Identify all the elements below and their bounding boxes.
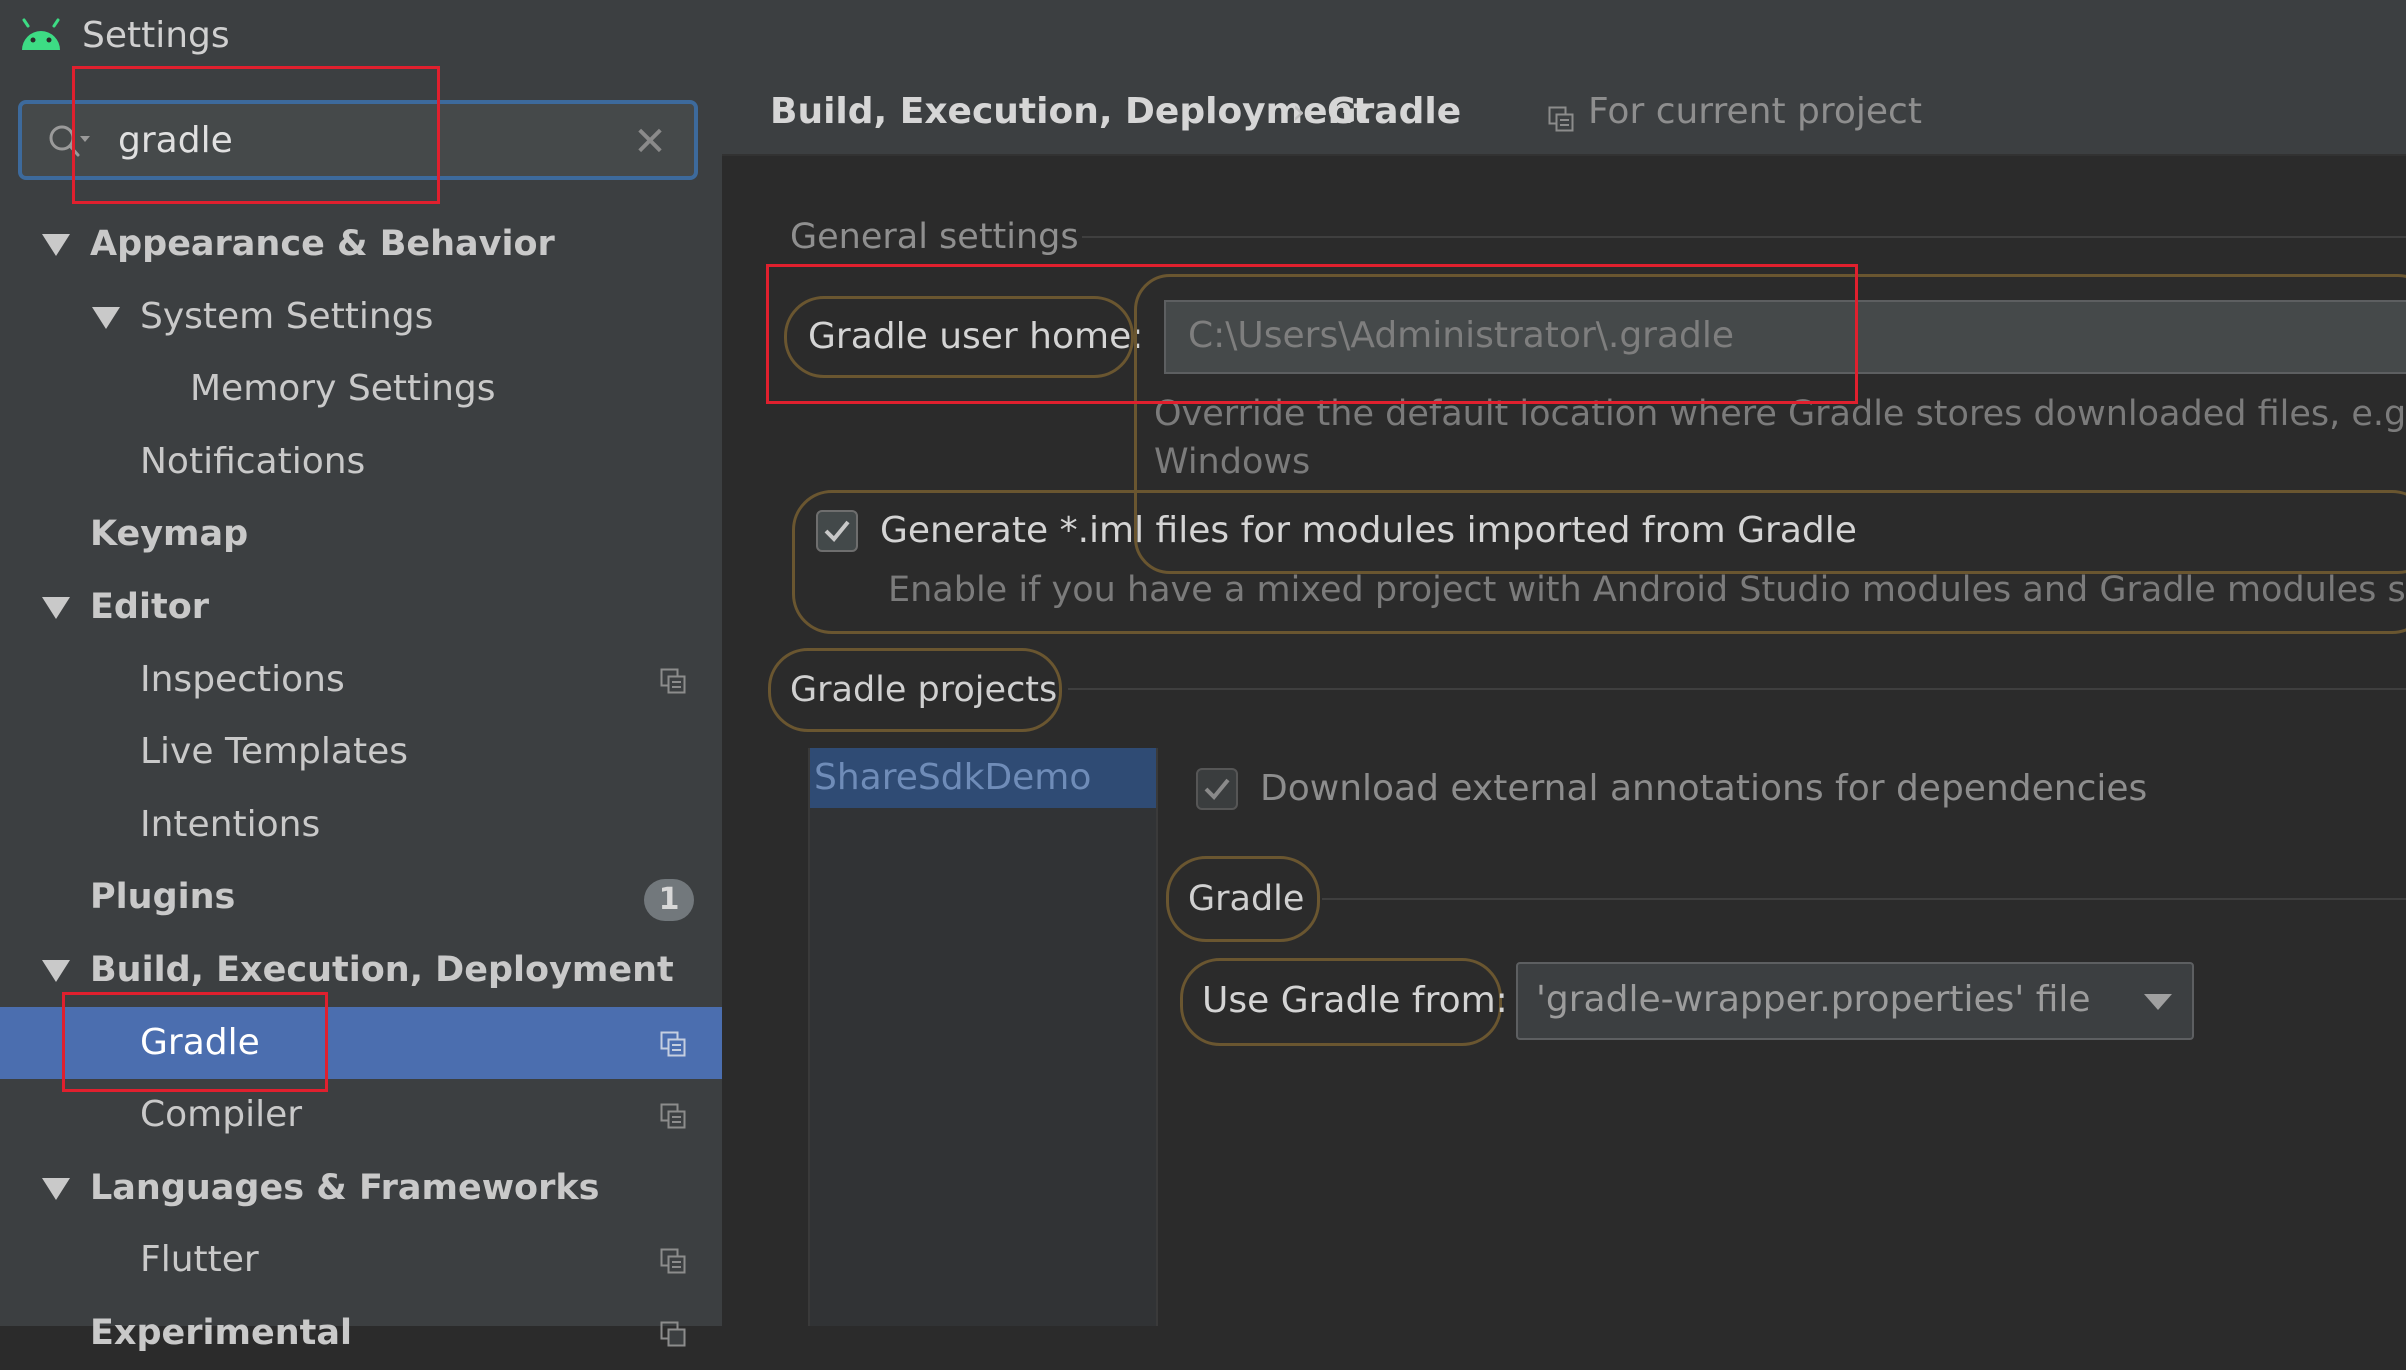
window-title: Settings	[82, 15, 230, 56]
tree-item-label: Memory Settings	[190, 368, 496, 410]
download-annotations-label[interactable]: Download external annotations for depend…	[1260, 764, 2147, 814]
expand-triangle-icon[interactable]	[42, 959, 70, 982]
breadcrumb-parent[interactable]: Build, Execution, Deployment	[770, 84, 1370, 140]
tree-item-label: Languages & Frameworks	[90, 1167, 600, 1208]
tree-item-label: Keymap	[90, 514, 249, 555]
expand-triangle-icon[interactable]	[42, 1177, 70, 1200]
settings-sidebar: ✕ Appearance & Behavior System Settings …	[0, 72, 722, 1353]
tree-item-label: Intentions	[140, 803, 321, 845]
expand-triangle-icon[interactable]	[42, 234, 70, 256]
tree-item-label: System Settings	[140, 295, 434, 337]
updates-badge: 1	[644, 879, 694, 922]
expand-triangle-icon[interactable]	[42, 596, 70, 619]
scope-label: For current project	[1588, 91, 1922, 132]
tree-item-keymap[interactable]: Keymap	[0, 498, 722, 571]
gradle-projects-list: ShareSdkDemo	[808, 748, 1158, 1326]
section-divider	[1082, 236, 2406, 238]
project-scope-icon	[660, 1321, 686, 1347]
tree-item-flutter[interactable]: Flutter	[0, 1224, 722, 1297]
clear-search-icon[interactable]: ✕	[630, 122, 670, 162]
project-scope-icon	[660, 1103, 686, 1129]
tree-item-intentions[interactable]: Intentions	[0, 789, 722, 862]
gradle-group-title: Gradle	[1188, 879, 1305, 919]
tree-item-plugins[interactable]: Plugins 1	[0, 861, 722, 934]
tree-item-memory-settings[interactable]: Memory Settings	[0, 353, 722, 426]
project-scope-icon	[660, 1248, 686, 1274]
tree-item-appearance-behavior[interactable]: Appearance & Behavior	[0, 208, 722, 281]
tree-item-languages-frameworks[interactable]: Languages & Frameworks	[0, 1152, 722, 1225]
tree-item-editor[interactable]: Editor	[0, 571, 722, 644]
breadcrumb: Build, Execution, Deployment › Gradle Fo…	[722, 72, 2406, 156]
annotation-box-gradle-item	[62, 992, 328, 1092]
tree-item-live-templates[interactable]: Live Templates	[0, 716, 722, 789]
expand-triangle-icon[interactable]	[92, 306, 120, 329]
breadcrumb-separator: ›	[1292, 92, 1306, 132]
tree-item-label: Flutter	[140, 1239, 259, 1281]
generate-iml-label[interactable]: Generate *.iml files for modules importe…	[880, 506, 1857, 556]
gradle-projects-title: Gradle projects	[790, 670, 1058, 710]
tree-item-inspections[interactable]: Inspections	[0, 644, 722, 717]
project-scope-icon	[660, 668, 686, 694]
annotation-box-search	[72, 66, 440, 204]
tree-item-label: Live Templates	[140, 731, 408, 773]
gradle-settings-panel: Build, Execution, Deployment › Gradle Fo…	[722, 72, 2406, 1326]
use-gradle-from-dropdown[interactable]: 'gradle-wrapper.properties' file	[1516, 962, 2194, 1040]
tree-item-label: Editor	[90, 586, 209, 627]
generate-iml-checkbox[interactable]	[816, 510, 858, 552]
tree-item-label: Appearance & Behavior	[90, 224, 555, 264]
tree-item-experimental[interactable]: Experimental	[0, 1297, 722, 1370]
tree-item-label: Plugins	[90, 877, 236, 918]
download-annotations-checkbox[interactable]	[1196, 768, 1238, 810]
tree-item-label: Notifications	[140, 440, 366, 482]
gradle-user-home-hint-cont: Windows	[1154, 442, 1311, 482]
use-gradle-from-label: Use Gradle from:	[1202, 980, 1508, 1021]
annotation-box-user-home	[766, 264, 1858, 404]
title-bar: Settings	[0, 0, 2406, 72]
project-scope-icon	[660, 1031, 686, 1057]
generate-iml-hint: Enable if you have a mixed project with …	[888, 570, 2406, 610]
chevron-down-icon	[2144, 994, 2172, 1010]
checkmark-icon	[1204, 778, 1230, 800]
checkmark-icon	[824, 520, 850, 542]
section-divider	[1322, 898, 2406, 900]
tree-item-label: Inspections	[140, 658, 345, 700]
project-scope-icon	[1548, 106, 1574, 132]
general-settings-title: General settings	[790, 217, 1079, 257]
android-icon	[22, 18, 60, 50]
dropdown-value: 'gradle-wrapper.properties' file	[1536, 979, 2091, 1020]
project-list-item[interactable]: ShareSdkDemo	[810, 748, 1156, 808]
tree-item-label: Experimental	[90, 1312, 353, 1353]
settings-tree: Appearance & Behavior System Settings Me…	[0, 208, 722, 1370]
tree-item-system-settings[interactable]: System Settings	[0, 281, 722, 354]
breadcrumb-current: Gradle	[1327, 91, 1462, 132]
section-divider	[1068, 688, 2406, 690]
tree-item-notifications[interactable]: Notifications	[0, 426, 722, 499]
